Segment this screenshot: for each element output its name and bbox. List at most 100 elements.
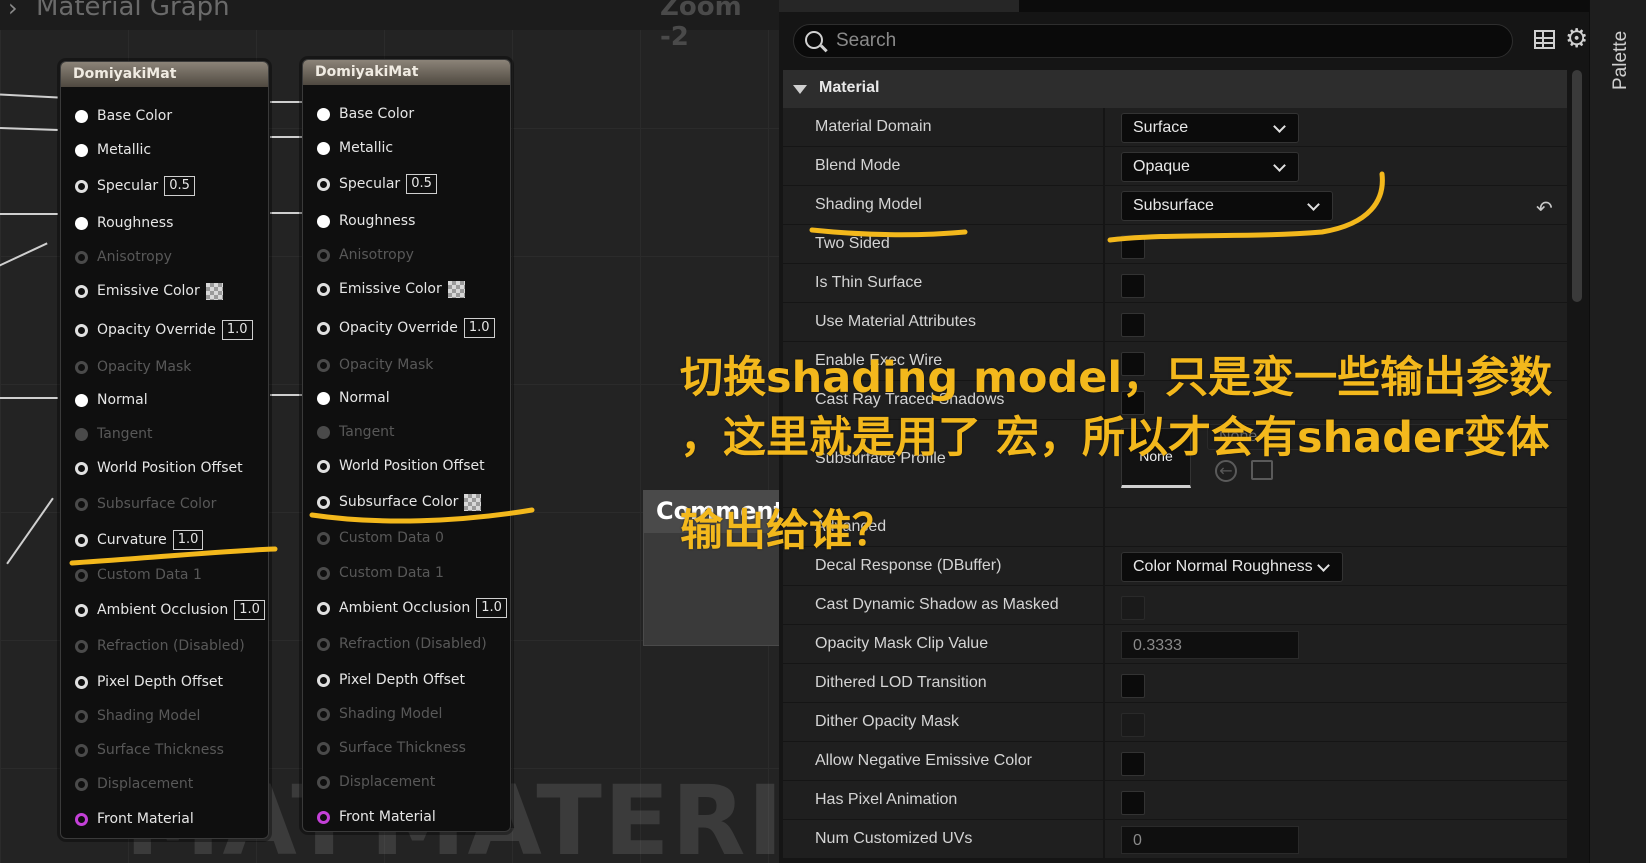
- property-checkbox[interactable]: [1121, 791, 1145, 815]
- pin-connector-icon[interactable]: [317, 107, 330, 121]
- column-divider[interactable]: [1103, 703, 1105, 741]
- column-divider[interactable]: [1103, 264, 1105, 302]
- pin-row[interactable]: Shading Model: [317, 702, 442, 726]
- pin-row[interactable]: Emissive Color: [317, 277, 465, 301]
- pin-row[interactable]: Roughness: [75, 211, 173, 235]
- pin-connector-icon[interactable]: [317, 321, 330, 335]
- pin-row[interactable]: Anisotropy: [75, 245, 172, 269]
- gear-icon[interactable]: ⚙: [1565, 26, 1588, 52]
- pin-default-value[interactable]: 0.5: [406, 174, 437, 194]
- property-checkbox[interactable]: [1121, 596, 1145, 620]
- pin-connector-icon[interactable]: [317, 214, 330, 228]
- pin-connector-icon[interactable]: [75, 639, 88, 653]
- column-divider[interactable]: [1103, 625, 1105, 663]
- pin-connector-icon[interactable]: [317, 531, 330, 545]
- pin-connector-icon[interactable]: [75, 603, 88, 617]
- palette-tab-label[interactable]: Palette: [1610, 31, 1632, 90]
- pin-row[interactable]: Tangent: [75, 422, 153, 446]
- pin-connector-icon[interactable]: [75, 497, 88, 511]
- pin-default-value[interactable]: 1.0: [234, 600, 265, 620]
- material-node-2[interactable]: DomiyakiMat Base Color Metallic Specular 0.…: [302, 59, 511, 832]
- pin-connector-icon[interactable]: [317, 707, 330, 721]
- pin-connector-icon[interactable]: [75, 812, 88, 826]
- pin-default-value[interactable]: 1.0: [221, 320, 253, 340]
- column-divider[interactable]: [1103, 820, 1105, 858]
- column-divider[interactable]: [1103, 225, 1105, 263]
- pin-connector-icon[interactable]: [317, 282, 330, 296]
- category-material[interactable]: Material: [783, 70, 1567, 108]
- pin-connector-icon[interactable]: [75, 743, 88, 757]
- pin-connector-icon[interactable]: [75, 250, 88, 264]
- property-dropdown[interactable]: Surface: [1121, 113, 1299, 143]
- pin-connector-icon[interactable]: [317, 425, 330, 439]
- pin-row[interactable]: Curvature 1.0: [75, 528, 204, 552]
- pin-row[interactable]: Surface Thickness: [317, 736, 466, 760]
- pin-row[interactable]: Pixel Depth Offset: [75, 670, 223, 694]
- column-divider[interactable]: [1103, 303, 1105, 341]
- column-divider[interactable]: [1103, 547, 1105, 585]
- pin-connector-icon[interactable]: [317, 391, 330, 405]
- pin-row[interactable]: Normal: [317, 386, 390, 410]
- pin-row[interactable]: Anisotropy: [317, 243, 414, 267]
- checker-swatch-icon[interactable]: [464, 493, 482, 511]
- property-dropdown[interactable]: Opaque: [1121, 152, 1299, 182]
- property-number-input[interactable]: 0.3333: [1121, 631, 1299, 659]
- details-scrollbar[interactable]: [1572, 70, 1582, 302]
- pin-row[interactable]: Displacement: [317, 770, 435, 794]
- pin-connector-icon[interactable]: [317, 459, 330, 473]
- property-checkbox[interactable]: [1121, 235, 1145, 259]
- pin-connector-icon[interactable]: [75, 675, 88, 689]
- pin-connector-icon[interactable]: [317, 248, 330, 262]
- table-view-icon[interactable]: [1534, 30, 1555, 49]
- pin-row[interactable]: Opacity Override 1.0: [75, 318, 253, 342]
- pin-row[interactable]: Custom Data 0: [317, 526, 444, 550]
- pin-row[interactable]: Surface Thickness: [75, 738, 224, 762]
- property-checkbox[interactable]: [1121, 752, 1145, 776]
- pin-connector-icon[interactable]: [75, 393, 88, 407]
- palette-panel[interactable]: Palette: [1589, 0, 1646, 863]
- pin-connector-icon[interactable]: [317, 177, 330, 191]
- pin-default-value[interactable]: 1.0: [476, 598, 507, 618]
- pin-row[interactable]: Opacity Mask: [75, 355, 191, 379]
- column-divider[interactable]: [1103, 108, 1105, 146]
- pin-row[interactable]: Base Color: [75, 104, 172, 128]
- pin-row[interactable]: Specular 0.5: [317, 172, 437, 196]
- property-checkbox[interactable]: [1121, 274, 1145, 298]
- pin-row[interactable]: Normal: [75, 388, 148, 412]
- column-divider[interactable]: [1103, 147, 1105, 185]
- property-dropdown[interactable]: Color Normal Roughness: [1121, 552, 1343, 582]
- material-graph-canvas[interactable]: › Material Graph Zoom -2 MAT MATERIAL Do…: [0, 0, 779, 863]
- pin-row[interactable]: Metallic: [75, 138, 151, 162]
- property-dropdown[interactable]: Subsurface: [1121, 191, 1333, 221]
- pin-row[interactable]: Ambient Occlusion 1.0: [317, 596, 507, 620]
- pin-row[interactable]: Custom Data 1: [75, 563, 202, 587]
- pin-row[interactable]: Refraction (Disabled): [317, 632, 487, 656]
- pin-connector-icon[interactable]: [75, 109, 88, 123]
- pin-row[interactable]: Base Color: [317, 102, 414, 126]
- pin-row[interactable]: Custom Data 1: [317, 561, 444, 585]
- pin-row[interactable]: World Position Offset: [75, 456, 243, 480]
- pin-row[interactable]: Front Material: [75, 807, 194, 831]
- pin-row[interactable]: Metallic: [317, 136, 393, 160]
- pin-default-value[interactable]: 0.5: [164, 176, 195, 196]
- pin-connector-icon[interactable]: [75, 709, 88, 723]
- pin-connector-icon[interactable]: [317, 810, 330, 824]
- pin-connector-icon[interactable]: [75, 143, 88, 157]
- pin-row[interactable]: Opacity Mask: [317, 353, 433, 377]
- column-divider[interactable]: [1103, 508, 1105, 546]
- pin-default-value[interactable]: 1.0: [463, 318, 495, 338]
- pin-row[interactable]: Front Material: [317, 805, 436, 829]
- pin-connector-icon[interactable]: [75, 179, 88, 193]
- pin-default-value[interactable]: 1.0: [172, 530, 204, 550]
- checker-swatch-icon[interactable]: [205, 282, 223, 300]
- pin-row[interactable]: Opacity Override 1.0: [317, 316, 495, 340]
- pin-row[interactable]: Shading Model: [75, 704, 200, 728]
- pin-row[interactable]: Roughness: [317, 209, 415, 233]
- pin-row[interactable]: Emissive Color: [75, 279, 223, 303]
- column-divider[interactable]: [1103, 586, 1105, 624]
- pin-connector-icon[interactable]: [317, 566, 330, 580]
- pin-row[interactable]: World Position Offset: [317, 454, 485, 478]
- pin-row[interactable]: Refraction (Disabled): [75, 634, 245, 658]
- material-node-1[interactable]: DomiyakiMat Base Color Metallic Specular 0.…: [60, 61, 269, 839]
- pin-connector-icon[interactable]: [75, 427, 88, 441]
